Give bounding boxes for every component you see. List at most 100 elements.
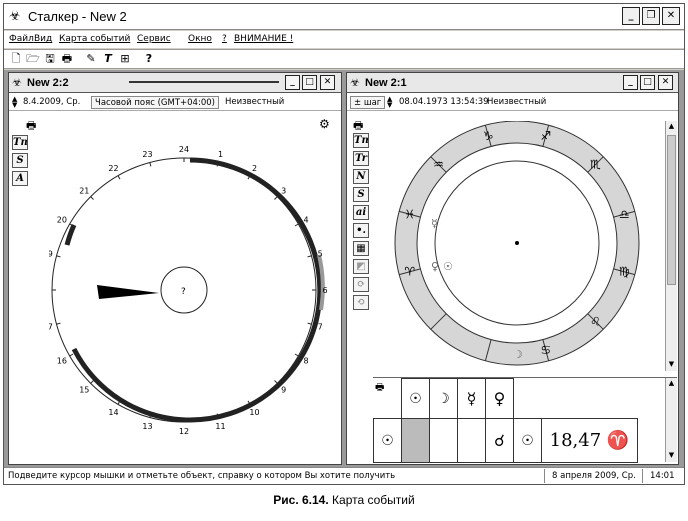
tool-s[interactable]: S	[12, 153, 28, 168]
tool-n[interactable]: N	[353, 169, 369, 184]
tool-disabled-2[interactable]: ⟳	[353, 277, 369, 292]
hour-label: 1	[218, 150, 223, 159]
status-divider	[642, 469, 643, 483]
text-icon[interactable]: T	[101, 52, 115, 66]
child-close-button[interactable]: ✕	[320, 75, 335, 90]
menu-view[interactable]: Вид	[34, 34, 52, 44]
child-minimize-button[interactable]: _	[623, 75, 638, 90]
print-icon[interactable]: 🖶	[60, 52, 74, 66]
restore-button[interactable]: ❐	[642, 7, 660, 25]
status-time: 14:01	[650, 471, 675, 481]
zodiac-sign[interactable]: ♋	[540, 343, 551, 357]
zodiac-sign[interactable]: ♏	[590, 158, 601, 172]
tool-tn[interactable]: Tn	[12, 135, 28, 150]
cell-sun-symbol: ☉	[513, 418, 542, 463]
scroll-down-icon[interactable]: ▼	[666, 359, 677, 370]
date-spinner[interactable]: ▲ ▼	[12, 96, 22, 109]
hour-label: 13	[142, 422, 152, 431]
tool-ai[interactable]: ai	[353, 205, 369, 220]
child-maximize-button[interactable]: □	[640, 75, 655, 90]
hour-label: 15	[79, 386, 89, 395]
minimize-button[interactable]: _	[622, 7, 640, 25]
scroll-up-icon[interactable]: ▲	[666, 378, 677, 389]
help-icon[interactable]: ?	[142, 52, 156, 66]
hour-label: 9	[281, 386, 286, 395]
print-icon[interactable]: 🖶	[353, 117, 369, 132]
zodiac-sign[interactable]: ♑	[483, 129, 494, 143]
row-sun[interactable]: ☉	[373, 418, 402, 463]
hour-label: 17	[49, 323, 53, 332]
tool-tr[interactable]: Tr	[353, 151, 369, 166]
zodiac-sign[interactable]: ♓	[404, 207, 415, 221]
child-close-button[interactable]: ✕	[658, 75, 673, 90]
menu-window[interactable]: Окно	[188, 34, 212, 44]
table-scrollbar[interactable]: ▲ ▼	[665, 378, 677, 462]
caption-text: Карта событий	[328, 493, 415, 507]
hour-label: 10	[249, 408, 259, 417]
window-new-2-1: ☣ New 2:1 _ □ ✕ ± шаг ▲ ▼ 08.04.1973 13:5…	[346, 72, 679, 465]
zodiac-sign[interactable]: ♍	[619, 265, 630, 279]
step-button[interactable]: ± шаг	[350, 96, 386, 109]
date-field[interactable]: 8.4.2009, Ср.	[23, 96, 80, 109]
scroll-up-icon[interactable]: ▲	[666, 121, 677, 132]
open-icon[interactable]: 🗁	[26, 52, 40, 66]
print-icon[interactable]: 🖶	[26, 117, 36, 132]
hour-label: 8	[304, 357, 309, 366]
title-drag-line	[129, 81, 279, 83]
cell-sun-moon	[429, 418, 458, 463]
window-new-2-1-titlebar[interactable]: ☣ New 2:1 _ □ ✕	[347, 73, 678, 93]
hour-tick	[274, 196, 278, 200]
planet-sun: ☉	[443, 260, 453, 273]
center-label: ?	[181, 287, 186, 297]
close-button[interactable]: ✕	[662, 7, 680, 25]
cell-sun-sun	[401, 418, 430, 463]
menu-service[interactable]: Сервис	[137, 34, 171, 44]
place-field[interactable]: Неизвестный	[225, 96, 284, 109]
child-maximize-button[interactable]: □	[302, 75, 317, 90]
grid-icon[interactable]: ⊞	[118, 52, 132, 66]
hour-tick	[69, 353, 74, 357]
tool-s[interactable]: S	[353, 187, 369, 202]
window-new-2-2-titlebar[interactable]: ☣ New 2:2 _ □ ✕	[9, 73, 341, 93]
menu-event-map[interactable]: Карта событий	[59, 34, 130, 44]
settings-icon[interactable]: ⚙	[319, 117, 330, 131]
tool-a[interactable]: A	[12, 171, 28, 186]
hour-label: 5	[318, 250, 323, 259]
header-venus[interactable]: ♀	[485, 378, 514, 419]
zodiac-sign[interactable]: ♌	[590, 315, 601, 329]
header-sun[interactable]: ☉	[401, 378, 430, 419]
menu-attention[interactable]: ВНИМАНИЕ !	[234, 34, 293, 44]
tool-table[interactable]: ▦	[353, 241, 369, 256]
cell-sun-venus[interactable]: ☌	[485, 418, 514, 463]
datetime-field[interactable]: 08.04.1973 13:54:39	[399, 96, 489, 109]
scroll-down-icon[interactable]: ▼	[666, 450, 677, 461]
child-minimize-button[interactable]: _	[285, 75, 300, 90]
place-field[interactable]: Неизвестный	[487, 96, 546, 109]
new-icon[interactable]: 🗋	[9, 52, 23, 66]
dial-hand	[97, 285, 159, 299]
aspect-table: ☉ ☽ ☿ ♀ ☉ ☌ ☉ 18,47 ♈	[373, 378, 638, 463]
zodiac-sign[interactable]: ♎	[619, 207, 630, 221]
tool-disabled-1[interactable]: ◩	[353, 259, 369, 274]
zodiac-sign[interactable]: ♐	[540, 129, 551, 143]
tool-tn[interactable]: Tn	[353, 133, 369, 148]
chart-scrollbar[interactable]: ▲ ▼	[665, 121, 677, 371]
zodiac-sign[interactable]: ♈	[404, 265, 415, 279]
datetime-spinner[interactable]: ▲ ▼	[387, 96, 397, 109]
hour-tick	[307, 255, 312, 258]
edit-icon[interactable]: ✎	[84, 52, 98, 66]
window-icon: ☣	[350, 76, 360, 89]
timezone-field[interactable]: Часовой пояс (GMT+04:00)	[91, 96, 219, 109]
status-divider	[544, 469, 545, 483]
scroll-thumb[interactable]	[667, 135, 676, 285]
zodiac-sign[interactable]: ♒	[433, 158, 444, 172]
menu-help[interactable]: ?	[222, 34, 227, 44]
tool-dots[interactable]: •.	[353, 223, 369, 238]
tool-disabled-3[interactable]: ⟲	[353, 295, 369, 310]
menu-file[interactable]: Файл	[9, 34, 34, 44]
header-moon[interactable]: ☽	[429, 378, 458, 419]
hour-label: 20	[57, 216, 67, 225]
header-mercury[interactable]: ☿	[457, 378, 486, 419]
mdi-area: ☣ New 2:2 _ □ ✕ ▲ ▼ 8.4.2009, Ср. Часовой…	[4, 70, 684, 467]
save-icon[interactable]: 🖫	[43, 52, 57, 66]
